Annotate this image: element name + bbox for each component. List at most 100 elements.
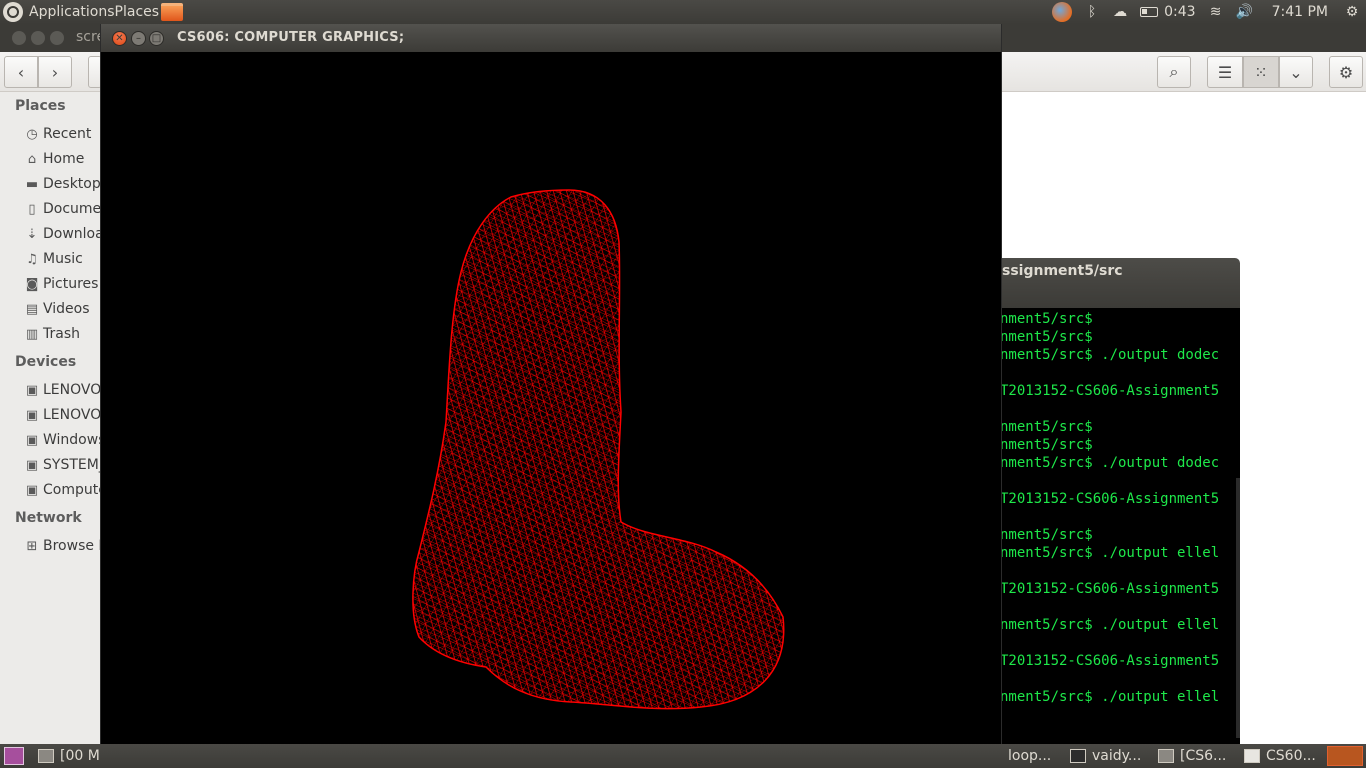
terminal-line: nment5/src$ xyxy=(1000,437,1093,453)
sidebar-item-label: LENOVO xyxy=(43,382,100,398)
sidebar-item-label: Videos xyxy=(43,301,90,317)
folder-launcher-icon[interactable] xyxy=(161,3,184,21)
sidebar-item-home[interactable]: ⌂ Home xyxy=(24,149,84,169)
grid-view-button[interactable]: ⁙ xyxy=(1243,56,1279,88)
maximize-button[interactable]: □ xyxy=(149,31,164,46)
sidebar-item-label: Home xyxy=(43,151,85,167)
camera-icon: ◙ xyxy=(25,276,39,292)
network-heading: Network xyxy=(15,510,82,526)
fm-minimize-button[interactable] xyxy=(31,31,45,45)
taskbar-item-5[interactable]: CS60... xyxy=(1244,744,1324,768)
taskbar-item-3[interactable]: vaidy... xyxy=(1070,744,1154,768)
cloud-sync-icon[interactable]: ☁ xyxy=(1112,4,1128,20)
taskbar-item-4[interactable]: [CS6... xyxy=(1158,744,1238,768)
trash-icon: ▥ xyxy=(25,326,39,342)
maximize-icon: □ xyxy=(151,32,162,44)
sidebar-item-label: Trash xyxy=(43,326,80,342)
film-icon: ▤ xyxy=(25,301,39,317)
sidebar-item-browse-network[interactable]: ⊞ Browse N xyxy=(24,536,100,556)
sidebar-item-device-5[interactable]: ▣Computer xyxy=(24,480,100,500)
minimize-button[interactable]: – xyxy=(131,31,146,46)
fm-close-button[interactable] xyxy=(12,31,26,45)
firefox-icon[interactable] xyxy=(1052,2,1073,22)
sidebar-item-label: LENOVO xyxy=(43,407,100,423)
task-label: [00 M xyxy=(60,748,100,764)
battery-time: 0:43 xyxy=(1164,4,1196,20)
sidebar-item-trash[interactable]: ▥ Trash xyxy=(24,324,80,344)
bluetooth-icon[interactable]: ᛒ xyxy=(1084,4,1100,20)
sidebar-item-label: SYSTEM_ xyxy=(43,457,100,473)
taskbar-item-2[interactable]: loop... xyxy=(1008,744,1066,768)
sidebar-item-device-3[interactable]: ▣ Windows xyxy=(24,430,100,450)
task-label: CS60... xyxy=(1266,748,1316,764)
ubuntu-logo-icon[interactable] xyxy=(3,2,23,22)
wireframe-mesh xyxy=(412,189,785,710)
music-icon: ♫ xyxy=(26,251,38,267)
terminal-scrollbar[interactable] xyxy=(1236,478,1240,738)
taskbar-item-1[interactable]: [00 M xyxy=(38,744,100,768)
sidebar-item-videos[interactable]: ▤ Videos xyxy=(24,299,90,319)
clock[interactable]: 7:41 PM xyxy=(1272,4,1328,20)
sidebar-item-device-1[interactable]: ▣ LENOVO xyxy=(24,380,100,400)
sidebar-item-music[interactable]: ♫ Music xyxy=(24,249,83,269)
terminal-title: ssignment5/src xyxy=(1002,263,1123,279)
opengl-titlebar[interactable]: ✕ – □ CS606: COMPUTER GRAPHICS; xyxy=(101,24,1001,52)
show-desktop-button[interactable] xyxy=(1327,746,1363,766)
settings-button[interactable]: ⚙ xyxy=(1329,56,1363,88)
terminal-line: T2013152-CS606-Assignment5 xyxy=(1000,581,1220,597)
sidebar-item-label: Desktop xyxy=(43,176,100,192)
wifi-icon[interactable]: ≋ xyxy=(1208,4,1224,20)
render-canvas[interactable] xyxy=(101,52,1001,768)
sidebar-item-recent[interactable]: ◷ Recent xyxy=(24,124,91,144)
view-options-button[interactable]: ⌄ xyxy=(1279,56,1313,88)
bottom-taskbar: [00 M loop... vaidy... [CS6... CS60... xyxy=(0,744,1366,768)
search-button[interactable]: ⌕ xyxy=(1157,56,1191,88)
sidebar-item-label: Windows xyxy=(43,432,100,448)
drive-icon: ▣ xyxy=(25,457,39,473)
sidebar-item-label: Downloads xyxy=(43,226,100,242)
sidebar-item-device-4[interactable]: ▣ SYSTEM_ xyxy=(24,455,100,475)
drive-icon: ▣ xyxy=(25,382,39,398)
sidebar-item-label: Browse N xyxy=(43,538,100,554)
window-icon xyxy=(1244,749,1260,763)
gear-icon[interactable]: ⚙ xyxy=(1344,4,1360,20)
chevron-left-icon: ‹ xyxy=(17,62,25,82)
battery-indicator[interactable]: 0:43 xyxy=(1140,4,1196,20)
window-icon xyxy=(38,749,54,763)
close-icon: ✕ xyxy=(115,32,124,44)
grid-icon: ⁙ xyxy=(1254,62,1268,82)
terminal-line: T2013152-CS606-Assignment5 xyxy=(1000,653,1220,669)
terminal-output[interactable]: nment5/src$ nment5/src$ nment5/src$ ./outp… xyxy=(1000,308,1240,744)
sidebar-item-device-2[interactable]: ▣ LENOVO xyxy=(24,405,100,425)
search-icon: ⌕ xyxy=(1169,62,1179,81)
task-label: vaidy... xyxy=(1092,748,1142,764)
battery-icon xyxy=(1140,7,1159,17)
workspace-switcher[interactable] xyxy=(4,747,24,765)
fm-maximize-button[interactable] xyxy=(50,31,64,45)
window-title: CS606: COMPUTER GRAPHICS; xyxy=(177,30,405,45)
chevron-right-icon: › xyxy=(51,62,59,82)
sidebar-item-pictures[interactable]: ◙ Pictures xyxy=(24,274,99,294)
terminal-line: T2013152-CS606-Assignment5 xyxy=(1000,383,1220,399)
list-view-button[interactable]: ☰ xyxy=(1207,56,1243,88)
terminal-line: nment5/src$ xyxy=(1000,311,1093,327)
sidebar-item-desktop[interactable]: ▬ Desktop xyxy=(24,174,100,194)
places-menu[interactable]: Places xyxy=(115,4,160,20)
forward-button[interactable]: › xyxy=(38,56,72,88)
task-label: [CS6... xyxy=(1180,748,1227,764)
folder-icon: ▬ xyxy=(25,176,39,192)
back-button[interactable]: ‹ xyxy=(4,56,38,88)
volume-icon[interactable]: 🔊 xyxy=(1236,4,1253,20)
sidebar-item-downloads[interactable]: ⇣ Downloads xyxy=(24,224,100,244)
window-icon xyxy=(1158,749,1174,763)
close-button[interactable]: ✕ xyxy=(112,31,127,46)
terminal-window[interactable]: ssignment5/src nment5/src$ nment5/src$ nme… xyxy=(1000,258,1240,744)
applications-menu[interactable]: Applications xyxy=(29,4,115,20)
sidebar-item-documents[interactable]: ▯ Documents xyxy=(24,199,100,219)
sidebar-item-label: Music xyxy=(43,251,83,267)
opengl-window: ✕ – □ CS606: COMPUTER GRAPHICS; xyxy=(100,24,1002,768)
